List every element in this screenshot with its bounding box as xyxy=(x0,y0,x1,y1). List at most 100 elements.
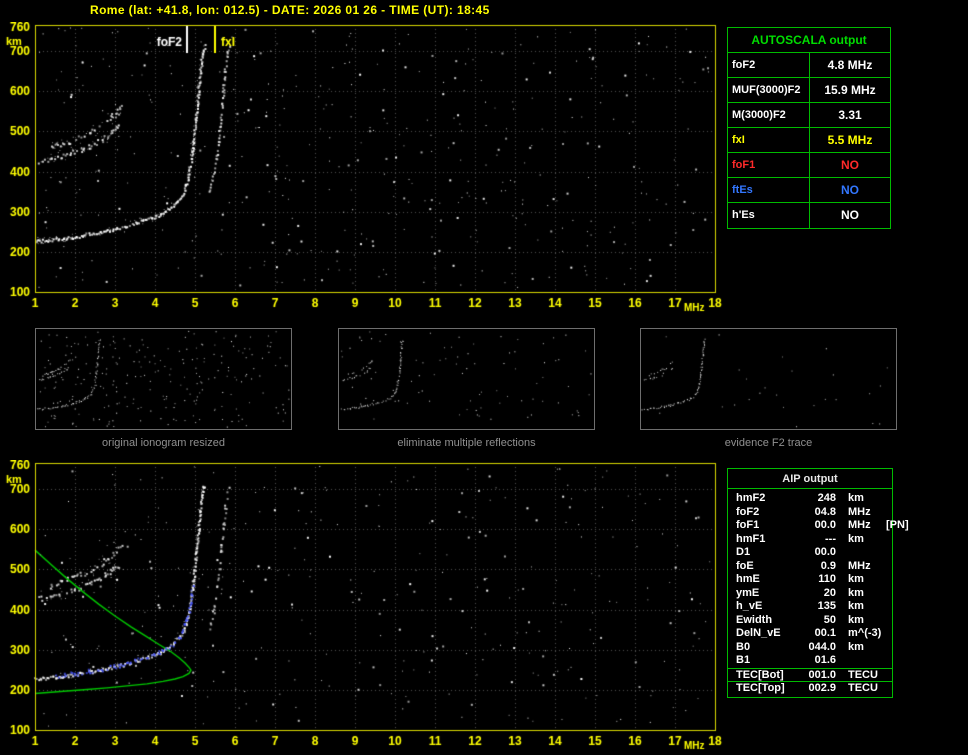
aip-row-tec-bot: TEC[Bot] 001.0 TECU xyxy=(728,667,892,683)
profile-ionogram-canvas xyxy=(0,460,725,754)
aip-param-name: Ewidth xyxy=(736,613,773,626)
aip-param-unit: m^(-3) xyxy=(848,627,882,639)
aip-param-unit: km xyxy=(848,586,864,599)
table-row-ftes: ftEs NO xyxy=(728,178,890,203)
aip-param-value: 04.8 xyxy=(814,505,836,518)
aip-param-unit: MHz xyxy=(848,505,871,518)
aip-row-d1: D1 00.0 xyxy=(728,546,892,560)
autoscala-output-table: AUTOSCALA output foF2 4.8 MHz MUF(3000)F2… xyxy=(727,27,891,229)
aip-param-note xyxy=(886,614,892,628)
aip-param-note xyxy=(886,669,892,683)
aip-param-note xyxy=(886,600,892,614)
aip-param-name: foF2 xyxy=(736,505,760,518)
aip-row-fof2: foF2 04.8 MHz xyxy=(728,506,892,520)
aip-param-value: 001.0 xyxy=(808,668,836,681)
aip-param-unit: km xyxy=(848,600,864,612)
param-value: NO xyxy=(841,158,859,172)
table-row-m3000f2: M(3000)F2 3.31 xyxy=(728,103,890,128)
param-value: 5.5 MHz xyxy=(827,133,873,147)
aip-param-name: TEC[Bot] xyxy=(736,668,784,681)
param-value: 4.8 MHz xyxy=(827,58,873,72)
aip-param-value: --- xyxy=(825,532,836,545)
aip-row-tec-top: TEC[Top] 002.9 TECU xyxy=(728,681,892,695)
table-row-hes: h'Es NO xyxy=(728,203,890,228)
mini-ionogram-canvas xyxy=(338,328,595,430)
aip-param-value: 135 xyxy=(817,600,836,612)
aip-param-unit: km xyxy=(848,532,864,545)
aip-param-unit: km xyxy=(848,492,864,504)
aip-param-value: 0.9 xyxy=(820,559,836,572)
table-row-fof1: foF1 NO xyxy=(728,153,890,178)
param-label: foF2 xyxy=(728,53,810,77)
aip-row-hme: hmE 110 km xyxy=(728,573,892,587)
aip-param-unit: MHz xyxy=(848,559,871,572)
aip-param-note xyxy=(886,587,892,601)
aip-param-value: 248 xyxy=(817,492,836,504)
aip-param-value: 01.6 xyxy=(814,654,836,666)
panel-caption: evidence F2 trace xyxy=(724,437,813,449)
param-value: 3.31 xyxy=(838,108,862,122)
panel-caption: original ionogram resized xyxy=(102,437,225,449)
aip-row-b1: B1 01.6 xyxy=(728,654,892,668)
aip-param-unit: TECU xyxy=(848,668,878,681)
aip-param-note xyxy=(886,627,892,641)
aip-row-b0: B0 044.0 km xyxy=(728,641,892,655)
aip-param-name: h_vE xyxy=(736,600,763,612)
aip-row-hve: h_vE 135 km xyxy=(728,600,892,614)
aip-param-unit: km xyxy=(848,573,864,585)
aip-param-value: 00.0 xyxy=(814,519,836,531)
aip-param-note xyxy=(886,682,892,696)
aip-param-value: 50 xyxy=(823,613,836,626)
param-value: 15.9 MHz xyxy=(824,83,876,97)
aip-row-hmf2: hmF2 248 km xyxy=(728,492,892,506)
panel-caption: eliminate multiple reflections xyxy=(397,437,536,449)
table-row-fxi: fxI 5.5 MHz xyxy=(728,128,890,153)
aip-param-name: hmE xyxy=(736,573,760,585)
aip-param-unit xyxy=(836,654,886,668)
mini-ionogram-canvas xyxy=(640,328,897,430)
aip-param-unit: MHz xyxy=(848,519,871,531)
mini-ionogram-canvas xyxy=(35,328,292,430)
aip-param-unit xyxy=(836,546,886,560)
aip-row-hmf1: hmF1 --- km xyxy=(728,533,892,547)
aip-param-value: 044.0 xyxy=(808,640,836,653)
param-label: MUF(3000)F2 xyxy=(728,78,810,102)
panel-evidence-f2-trace: evidence F2 trace xyxy=(640,328,897,449)
aip-param-name: TEC[Top] xyxy=(736,682,785,694)
aip-param-name: B0 xyxy=(736,640,751,653)
aip-param-name: D1 xyxy=(736,546,751,558)
aip-param-name: foE xyxy=(736,559,754,572)
aip-output-table: AIP output hmF2 248 km foF2 04.8 MHz foF1 00.… xyxy=(727,468,909,698)
table-row-fof2: foF2 4.8 MHz xyxy=(728,53,890,78)
aip-param-note xyxy=(886,546,892,560)
aip-param-name: hmF2 xyxy=(736,492,766,504)
table-row-muf3000f2: MUF(3000)F2 15.9 MHz xyxy=(728,78,890,103)
param-label: M(3000)F2 xyxy=(728,103,810,127)
station-date-time-title: Rome (lat: +41.8, lon: 012.5) - DATE: 20… xyxy=(90,3,490,17)
aip-param-note xyxy=(886,641,892,655)
aip-param-value: 002.9 xyxy=(808,682,836,694)
param-label: foF1 xyxy=(728,153,810,177)
aip-param-unit: km xyxy=(848,640,864,653)
aip-param-note xyxy=(886,654,892,668)
aip-param-value: 00.0 xyxy=(814,546,836,558)
aip-param-value: 00.1 xyxy=(814,627,836,639)
aip-param-note xyxy=(886,533,892,547)
aip-row-delnve: DelN_vE 00.1 m^(-3) xyxy=(728,627,892,641)
param-value: NO xyxy=(841,183,859,197)
param-label: fxI xyxy=(728,128,810,152)
aip-param-name: foF1 xyxy=(736,519,760,531)
aip-param-note xyxy=(886,506,892,520)
panel-original-ionogram: original ionogram resized xyxy=(35,328,292,449)
aip-row-yme: ymE 20 km xyxy=(728,587,892,601)
param-label: h'Es xyxy=(728,203,810,228)
aip-param-name: B1 xyxy=(736,654,751,666)
panel-eliminate-reflections: eliminate multiple reflections xyxy=(338,328,595,449)
aip-param-name: hmF1 xyxy=(736,532,766,545)
aip-param-note xyxy=(886,492,892,506)
aip-param-note xyxy=(886,560,892,574)
param-label: ftEs xyxy=(728,178,810,202)
aip-param-name: ymE xyxy=(736,586,760,599)
aip-param-value: 20 xyxy=(823,586,836,599)
aip-param-name: DelN_vE xyxy=(736,627,781,639)
